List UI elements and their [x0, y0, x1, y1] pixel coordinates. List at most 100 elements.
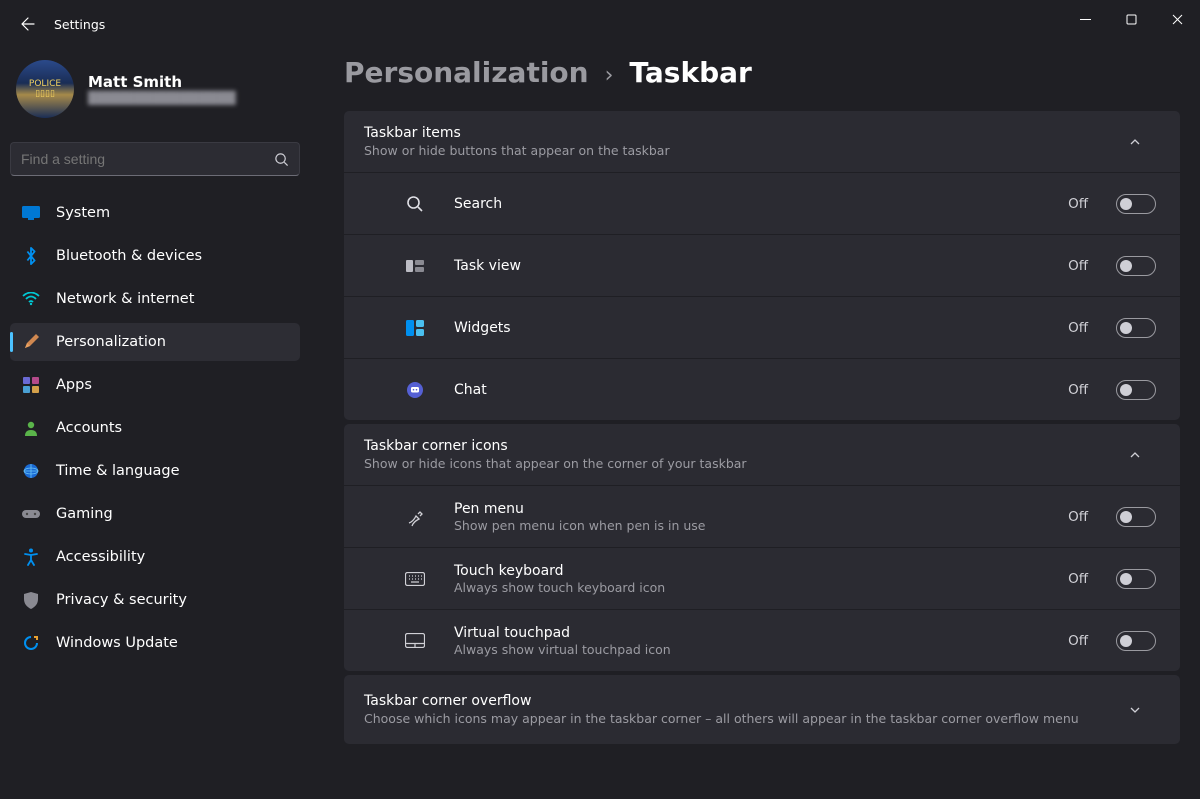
widgets-icon	[406, 320, 424, 336]
nav-update[interactable]: Windows Update	[10, 624, 300, 662]
row-widgets: Widgets Off	[344, 296, 1180, 358]
close-button[interactable]	[1154, 0, 1200, 38]
nav-label: System	[56, 205, 110, 221]
toggle-pen-menu[interactable]	[1116, 507, 1156, 527]
search-input[interactable]	[21, 151, 274, 167]
row-taskview: Task view Off	[344, 234, 1180, 296]
close-icon	[1172, 14, 1183, 25]
main-content: Personalization › Taskbar Taskbar items …	[344, 56, 1180, 799]
accessibility-icon	[22, 548, 40, 566]
chevron-up-icon	[1128, 448, 1160, 462]
row-search: Search Off	[344, 172, 1180, 234]
nav-bluetooth[interactable]: Bluetooth & devices	[10, 237, 300, 275]
group-header-taskbar-items[interactable]: Taskbar items Show or hide buttons that …	[344, 111, 1180, 172]
task-view-icon	[406, 259, 424, 273]
nav-time[interactable]: Time & language	[10, 452, 300, 490]
nav-label: Bluetooth & devices	[56, 248, 202, 264]
row-label: Search	[454, 196, 1050, 212]
group-corner-icons: Taskbar corner icons Show or hide icons …	[344, 424, 1180, 671]
window-controls	[1062, 0, 1200, 38]
nav-system[interactable]: System	[10, 194, 300, 232]
app-title: Settings	[54, 17, 105, 32]
display-icon	[22, 204, 40, 222]
breadcrumb-current: Taskbar	[629, 56, 751, 89]
group-corner-overflow: Taskbar corner overflow Choose which ico…	[344, 675, 1180, 744]
search-icon	[406, 195, 424, 213]
sidebar: POLICE▯▯▯▯ Matt Smith ████████████████ S…	[0, 54, 310, 667]
row-label: Chat	[454, 382, 1050, 398]
nav-personalization[interactable]: Personalization	[10, 323, 300, 361]
row-label: Touch keyboard	[454, 563, 1050, 579]
group-title: Taskbar corner icons	[364, 438, 1128, 454]
toggle-search[interactable]	[1116, 194, 1156, 214]
group-title: Taskbar items	[364, 125, 1128, 141]
minimize-button[interactable]	[1062, 0, 1108, 38]
toggle-state: Off	[1068, 258, 1088, 274]
search-icon	[274, 152, 289, 167]
row-label: Virtual touchpad	[454, 625, 1050, 641]
group-subtitle: Show or hide buttons that appear on the …	[364, 143, 1128, 158]
group-header-corner-overflow[interactable]: Taskbar corner overflow Choose which ico…	[344, 675, 1180, 744]
breadcrumb: Personalization › Taskbar	[344, 56, 1180, 89]
breadcrumb-parent[interactable]: Personalization	[344, 56, 589, 89]
minimize-icon	[1080, 14, 1091, 25]
user-profile[interactable]: POLICE▯▯▯▯ Matt Smith ████████████████	[10, 54, 300, 132]
row-chat: Chat Off	[344, 358, 1180, 420]
toggle-state: Off	[1068, 382, 1088, 398]
row-sublabel: Show pen menu icon when pen is in use	[454, 518, 1050, 533]
toggle-state: Off	[1068, 509, 1088, 525]
toggle-widgets[interactable]	[1116, 318, 1156, 338]
maximize-button[interactable]	[1108, 0, 1154, 38]
toggle-state: Off	[1068, 571, 1088, 587]
wifi-icon	[22, 290, 40, 308]
chevron-down-icon	[1128, 703, 1160, 717]
toggle-state: Off	[1068, 633, 1088, 649]
nav-label: Gaming	[56, 506, 113, 522]
nav-accounts[interactable]: Accounts	[10, 409, 300, 447]
chevron-right-icon: ›	[605, 63, 614, 88]
gamepad-icon	[22, 505, 40, 523]
toggle-chat[interactable]	[1116, 380, 1156, 400]
user-name: Matt Smith	[88, 73, 236, 91]
chevron-up-icon	[1128, 135, 1160, 149]
group-title: Taskbar corner overflow	[364, 693, 1128, 709]
nav-privacy[interactable]: Privacy & security	[10, 581, 300, 619]
toggle-taskview[interactable]	[1116, 256, 1156, 276]
back-button[interactable]	[14, 10, 42, 38]
paintbrush-icon	[22, 333, 40, 351]
user-email: ████████████████	[88, 91, 236, 105]
apps-icon	[22, 376, 40, 394]
nav-network[interactable]: Network & internet	[10, 280, 300, 318]
group-subtitle: Choose which icons may appear in the tas…	[364, 711, 1128, 726]
row-touch-keyboard: Touch keyboard Always show touch keyboar…	[344, 547, 1180, 609]
row-sublabel: Always show virtual touchpad icon	[454, 642, 1050, 657]
keyboard-icon	[405, 572, 425, 586]
row-pen-menu: Pen menu Show pen menu icon when pen is …	[344, 485, 1180, 547]
titlebar: Settings	[0, 0, 1200, 48]
toggle-state: Off	[1068, 320, 1088, 336]
nav-apps[interactable]: Apps	[10, 366, 300, 404]
row-label: Pen menu	[454, 501, 1050, 517]
group-header-corner-icons[interactable]: Taskbar corner icons Show or hide icons …	[344, 424, 1180, 485]
bluetooth-icon	[22, 247, 40, 265]
person-icon	[22, 419, 40, 437]
group-subtitle: Show or hide icons that appear on the co…	[364, 456, 1128, 471]
shield-icon	[22, 591, 40, 609]
nav-accessibility[interactable]: Accessibility	[10, 538, 300, 576]
search-box[interactable]	[10, 142, 300, 176]
avatar: POLICE▯▯▯▯	[16, 60, 74, 118]
toggle-virtual-touchpad[interactable]	[1116, 631, 1156, 651]
group-taskbar-items: Taskbar items Show or hide buttons that …	[344, 111, 1180, 420]
nav-label: Windows Update	[56, 635, 178, 651]
clock-globe-icon	[22, 462, 40, 480]
toggle-touch-keyboard[interactable]	[1116, 569, 1156, 589]
row-label: Task view	[454, 258, 1050, 274]
nav-gaming[interactable]: Gaming	[10, 495, 300, 533]
row-sublabel: Always show touch keyboard icon	[454, 580, 1050, 595]
nav-label: Accessibility	[56, 549, 145, 565]
pen-icon	[405, 507, 425, 527]
nav-label: Time & language	[56, 463, 180, 479]
row-label: Widgets	[454, 320, 1050, 336]
nav-label: Apps	[56, 377, 92, 393]
nav-label: Network & internet	[56, 291, 194, 307]
